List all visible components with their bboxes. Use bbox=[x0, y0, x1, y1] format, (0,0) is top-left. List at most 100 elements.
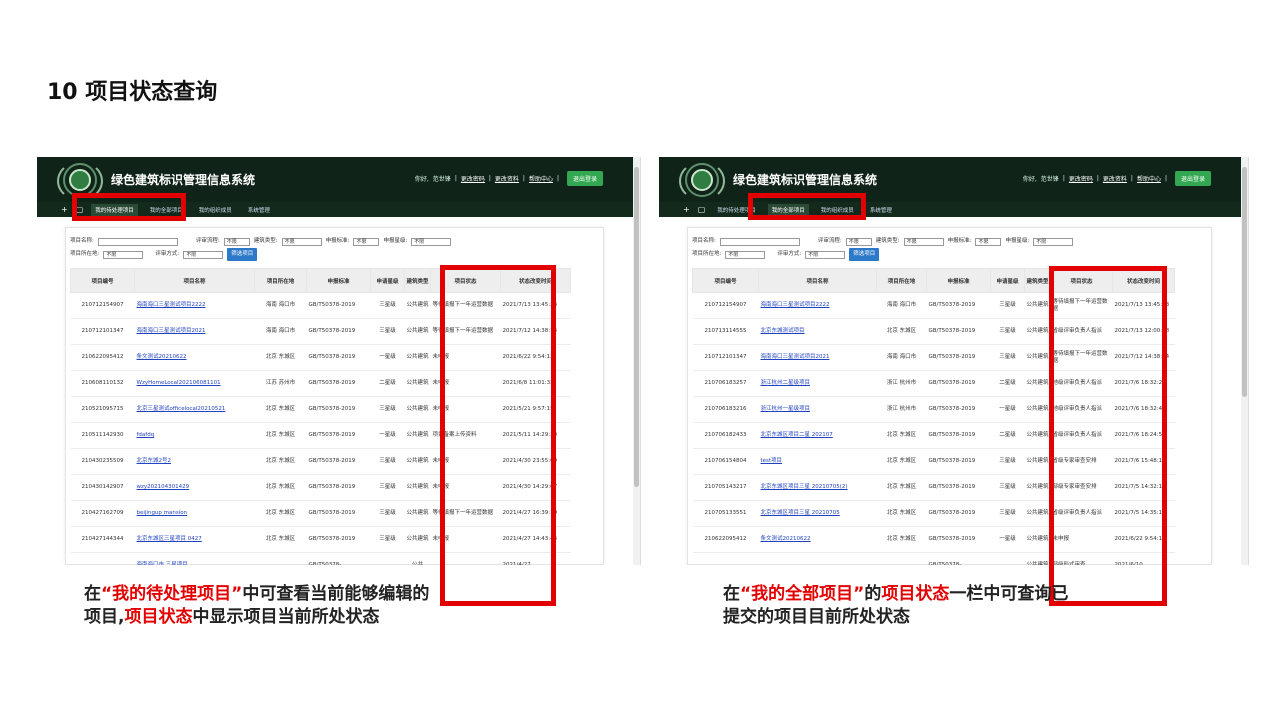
table-row[interactable]: 210622095412 条文测试20210622 北京 东城区 GB/T50378-… bbox=[692, 526, 1175, 553]
eval-process-select[interactable]: 不限 bbox=[845, 237, 872, 246]
tab-system-admin[interactable]: 系统管理 bbox=[866, 204, 896, 216]
change-profile-link[interactable]: 更改资料 bbox=[495, 174, 519, 183]
table-row[interactable]: 210430235509 北京东城2号2 北京 东城区 GB/T50378-2019 三… bbox=[70, 448, 571, 475]
table-row[interactable]: GB/T50378- 公共建筑 部级形式审查 2021/6/10 bbox=[692, 552, 1175, 565]
table-row[interactable]: 210713114555 北京东城测试项目 北京 东城区 GB/T50378-2019… bbox=[692, 318, 1175, 345]
cell-name[interactable]: 条文测试20210622 bbox=[758, 526, 877, 553]
cell-name[interactable] bbox=[758, 552, 877, 565]
project-link[interactable]: fdafdq bbox=[137, 432, 155, 438]
table-row[interactable]: 210712101347 海南海口三星测试项目2021 海南 海口市 GB/T5037… bbox=[692, 344, 1175, 371]
change-profile-link[interactable]: 更改资料 bbox=[1103, 174, 1127, 183]
project-link[interactable]: 北京东城测试项目 bbox=[761, 328, 805, 334]
document-icon[interactable]: ▢ bbox=[698, 205, 706, 214]
project-link[interactable]: 条文测试20210622 bbox=[137, 354, 187, 360]
table-row[interactable]: 210521095715 北京三星测试officelocal20210521 北京 … bbox=[70, 396, 571, 423]
project-link[interactable]: 北京三星测试officelocal20210521 bbox=[137, 406, 226, 412]
cell-name[interactable]: 海南海口三星测试项目2222 bbox=[134, 292, 255, 319]
project-link[interactable]: 浙江杭州二星级项目 bbox=[761, 380, 811, 386]
project-link[interactable]: 北京东城区三星项目 0427 bbox=[137, 536, 202, 542]
table-row[interactable]: 210705143217 北京东城区项目三星 20210705(2) 北京 东城区 G… bbox=[692, 474, 1175, 501]
standard-select[interactable]: 不限 bbox=[975, 237, 1002, 246]
table-row[interactable]: 210427144344 北京东城区三星项目 0427 北京 东城区 GB/T5037… bbox=[70, 526, 571, 553]
table-row[interactable]: 210511142930 fdafdq 北京 东城区 GB/T50378-2019 一星… bbox=[70, 422, 571, 449]
table-row[interactable]: 210712154907 海南海口三星测试项目2222 海南 海口市 GB/T5037… bbox=[70, 292, 571, 319]
cell-name[interactable]: 北京东城2号2 bbox=[134, 448, 255, 475]
level-select[interactable]: 不限 bbox=[411, 237, 452, 246]
plus-icon[interactable]: + bbox=[683, 205, 690, 214]
cell-name[interactable]: 北京东城区项目三星 20210705 bbox=[758, 500, 877, 527]
project-link[interactable]: 海南海口三星测试项目2021 bbox=[137, 328, 206, 334]
scrollbar[interactable] bbox=[1241, 157, 1248, 565]
filter-button[interactable]: 筛选项目 bbox=[849, 248, 880, 261]
tab-system-admin[interactable]: 系统管理 bbox=[244, 204, 274, 216]
cell-name[interactable]: WzyHomeLocal202106081101 bbox=[134, 370, 255, 397]
cell-name[interactable]: 北京三星测试officelocal20210521 bbox=[134, 396, 255, 423]
project-link[interactable]: 海南海口三星测试项目2222 bbox=[761, 302, 830, 308]
cell-name[interactable]: 海南海口三星测试项目2222 bbox=[758, 292, 877, 319]
project-name-input[interactable] bbox=[719, 237, 800, 246]
tab-org-members[interactable]: 我的组织成员 bbox=[195, 204, 236, 216]
project-link[interactable]: 北京东城区项目三星 20210705(2) bbox=[761, 484, 848, 490]
table-row[interactable]: 210706182433 北京东城区项目二星 202107 北京 东城区 GB/T50… bbox=[692, 422, 1175, 449]
project-link[interactable]: 浙江杭州一星级项目 bbox=[761, 406, 811, 412]
cell-name[interactable]: 海南海口三星测试项目2021 bbox=[758, 344, 877, 371]
eval-process-select[interactable]: 不限 bbox=[223, 237, 250, 246]
cell-name[interactable]: 条文测试20210622 bbox=[134, 344, 255, 371]
table-row[interactable]: 210608110132 WzyHomeLocal202106081101 江苏 苏… bbox=[70, 370, 571, 397]
table-row[interactable]: 210427162709 beijingup mansion 北京 东城区 GB/T5… bbox=[70, 500, 571, 527]
cell-name[interactable]: 海南海口市 三星项目 bbox=[134, 552, 255, 565]
filter-button[interactable]: 筛选项目 bbox=[227, 248, 258, 261]
tab-all-projects[interactable]: 我的全部项目 bbox=[767, 203, 809, 216]
cell-name[interactable]: 北京东城区项目三星 20210705(2) bbox=[758, 474, 877, 501]
project-link[interactable]: wzy202104301429 bbox=[137, 484, 190, 490]
change-password-link[interactable]: 更改密码 bbox=[1069, 174, 1093, 183]
building-type-select[interactable]: 不限 bbox=[903, 237, 944, 246]
tab-org-members[interactable]: 我的组织成员 bbox=[817, 204, 858, 216]
project-link[interactable]: 北京东城区项目三星 20210705 bbox=[761, 510, 840, 516]
project-link[interactable]: WzyHomeLocal202106081101 bbox=[137, 380, 221, 386]
cell-name[interactable]: test项目 bbox=[758, 448, 877, 475]
table-row[interactable]: 210712154907 海南海口三星测试项目2222 海南 海口市 GB/T5037… bbox=[692, 292, 1175, 319]
scrollbar[interactable] bbox=[633, 157, 640, 565]
project-link[interactable]: beijingup mansion bbox=[137, 510, 188, 516]
location-select[interactable]: 不限 bbox=[725, 250, 766, 259]
project-link[interactable]: 海南海口三星测试项目2222 bbox=[137, 302, 206, 308]
logout-button[interactable]: 退出登录 bbox=[1174, 171, 1211, 186]
tab-all-projects[interactable]: 我的全部项目 bbox=[146, 204, 187, 216]
standard-select[interactable]: 不限 bbox=[353, 237, 380, 246]
document-icon[interactable]: ▢ bbox=[76, 205, 84, 214]
location-select[interactable]: 不限 bbox=[103, 250, 144, 259]
cell-name[interactable]: 浙江杭州一星级项目 bbox=[758, 396, 877, 423]
cell-name[interactable]: beijingup mansion bbox=[134, 500, 255, 527]
table-row[interactable]: 海南海口市 三星项目 GB/T50378- 公共 2021/4/27 bbox=[70, 552, 571, 565]
plus-icon[interactable]: + bbox=[61, 205, 68, 214]
eval-method-select[interactable]: 不限 bbox=[805, 250, 846, 259]
project-link[interactable]: test项目 bbox=[761, 458, 783, 464]
project-link[interactable]: 海南海口市 三星项目 bbox=[137, 562, 188, 565]
cell-name[interactable]: 北京东城测试项目 bbox=[758, 318, 877, 345]
tab-pending-projects[interactable]: 我的待处理项目 bbox=[713, 204, 760, 216]
cell-name[interactable]: fdafdq bbox=[134, 422, 255, 449]
project-link[interactable]: 条文测试20210622 bbox=[761, 536, 811, 542]
help-link[interactable]: 帮助中心 bbox=[529, 174, 553, 183]
project-name-input[interactable] bbox=[97, 237, 178, 246]
table-row[interactable]: 210705133551 北京东城区项目三星 20210705 北京 东城区 GB/T… bbox=[692, 500, 1175, 527]
help-link[interactable]: 帮助中心 bbox=[1137, 174, 1161, 183]
table-row[interactable]: 210706183257 浙江杭州二星级项目 浙江 杭州市 GB/T50378-201… bbox=[692, 370, 1175, 397]
cell-name[interactable]: 北京东城区项目二星 202107 bbox=[758, 422, 877, 449]
change-password-link[interactable]: 更改密码 bbox=[461, 174, 485, 183]
cell-name[interactable]: 海南海口三星测试项目2021 bbox=[134, 318, 255, 345]
table-row[interactable]: 210712101347 海南海口三星测试项目2021 海南 海口市 GB/T5037… bbox=[70, 318, 571, 345]
cell-name[interactable]: 浙江杭州二星级项目 bbox=[758, 370, 877, 397]
tab-pending-projects[interactable]: 我的待处理项目 bbox=[91, 203, 138, 216]
project-link[interactable]: 北京东城区项目二星 202107 bbox=[761, 432, 833, 438]
project-link[interactable]: 海南海口三星测试项目2021 bbox=[761, 354, 830, 360]
table-row[interactable]: 210622095412 条文测试20210622 北京 东城区 GB/T50378-… bbox=[70, 344, 571, 371]
cell-name[interactable]: wzy202104301429 bbox=[134, 474, 255, 501]
table-row[interactable]: 210706183216 浙江杭州一星级项目 浙江 杭州市 GB/T50378-201… bbox=[692, 396, 1175, 423]
cell-name[interactable]: 北京东城区三星项目 0427 bbox=[134, 526, 255, 553]
table-row[interactable]: 210706154804 test项目 北京 东城区 GB/T50378-2019 三星… bbox=[692, 448, 1175, 475]
logout-button[interactable]: 退出登录 bbox=[566, 171, 603, 186]
level-select[interactable]: 不限 bbox=[1033, 237, 1074, 246]
building-type-select[interactable]: 不限 bbox=[281, 237, 322, 246]
